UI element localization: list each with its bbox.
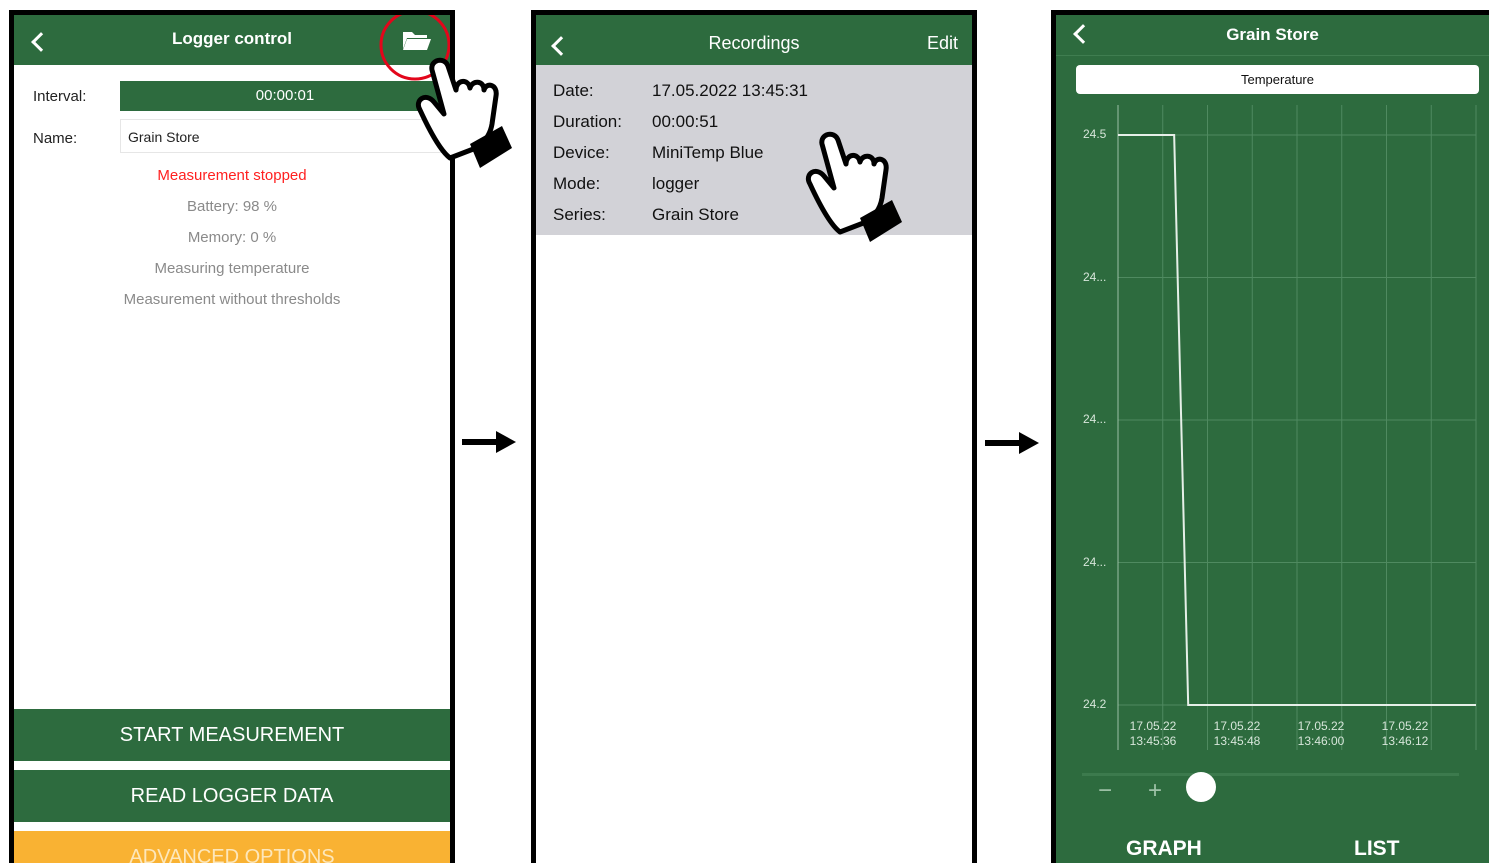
advanced-options-button[interactable]: ADVANCED OPTIONS (14, 831, 450, 863)
temperature-chart (1117, 105, 1477, 750)
interval-label: Interval: (33, 88, 87, 105)
read-logger-data-button[interactable]: READ LOGGER DATA (14, 770, 450, 822)
duration-value: 00:00:51 (652, 112, 719, 131)
series-label: Series: (553, 205, 606, 224)
measurement-status: Measurement stopped (157, 167, 307, 184)
interval-field[interactable]: 00:00:01 (120, 81, 450, 111)
header-bar: Recordings Edit (536, 15, 972, 65)
y-tick-label: 24... (1083, 269, 1107, 284)
battery-status: Battery: 98 % (186, 198, 278, 215)
right-arrow-icon (462, 431, 516, 453)
graph-screen: Grain Store Temperature 24.5 24... 24... 24… (1051, 10, 1489, 863)
pointing-hand-icon (416, 57, 512, 168)
threshold-status: Measurement without thresholds (123, 291, 341, 308)
x-tick-label: 17.05.22 13:45:48 (1213, 719, 1261, 748)
x-tick-label: 17.05.22 13:46:00 (1297, 719, 1345, 748)
date-value: 17.05.2022 13:45:31 (652, 81, 808, 100)
date-label: Date: (553, 81, 594, 100)
tab-graph[interactable]: GRAPH (1126, 837, 1202, 861)
y-tick-label: 24... (1083, 554, 1107, 569)
zoom-slider-handle[interactable] (1186, 772, 1216, 802)
y-tick-label: 24.5 (1083, 127, 1107, 141)
y-tick-label: 24... (1083, 412, 1107, 426)
edit-button[interactable]: Edit (927, 33, 958, 54)
right-arrow-icon (985, 432, 1039, 454)
start-measurement-button[interactable]: START MEASUREMENT (14, 709, 450, 761)
mode-label: Mode: (553, 174, 601, 193)
x-tick-label: 17.05.22 13:45:36 (1129, 719, 1177, 748)
zoom-slider[interactable] (1082, 773, 1459, 776)
name-field[interactable]: Grain Store (120, 119, 450, 153)
logger-control-screen: Logger control Interval: 00:00:01 Name: … (9, 10, 455, 863)
zoom-out-button[interactable]: − (1098, 777, 1112, 805)
device-value: MiniTemp Blue (652, 143, 764, 162)
pointing-hand-icon (806, 131, 902, 242)
series-value: Grain Store (652, 205, 739, 224)
y-tick-label: 24.2 (1083, 697, 1107, 711)
x-tick-label: 17.05.22 13:46:12 (1381, 719, 1429, 748)
recordings-screen: Recordings Edit Date: 17.05.2022 13:45:3… (531, 10, 977, 863)
tab-list[interactable]: LIST (1354, 837, 1400, 861)
page-title: Recordings (708, 33, 800, 53)
mode-value: logger (652, 174, 700, 193)
duration-label: Duration: (553, 112, 622, 131)
measuring-mode: Measuring temperature (154, 260, 310, 277)
device-label: Device: (553, 143, 610, 162)
memory-status: Memory: 0 % (187, 229, 277, 246)
recording-list-item[interactable]: Date: 17.05.2022 13:45:31 Duration: 00:0… (536, 65, 972, 235)
zoom-in-button[interactable]: + (1148, 777, 1162, 805)
name-label: Name: (33, 130, 78, 147)
